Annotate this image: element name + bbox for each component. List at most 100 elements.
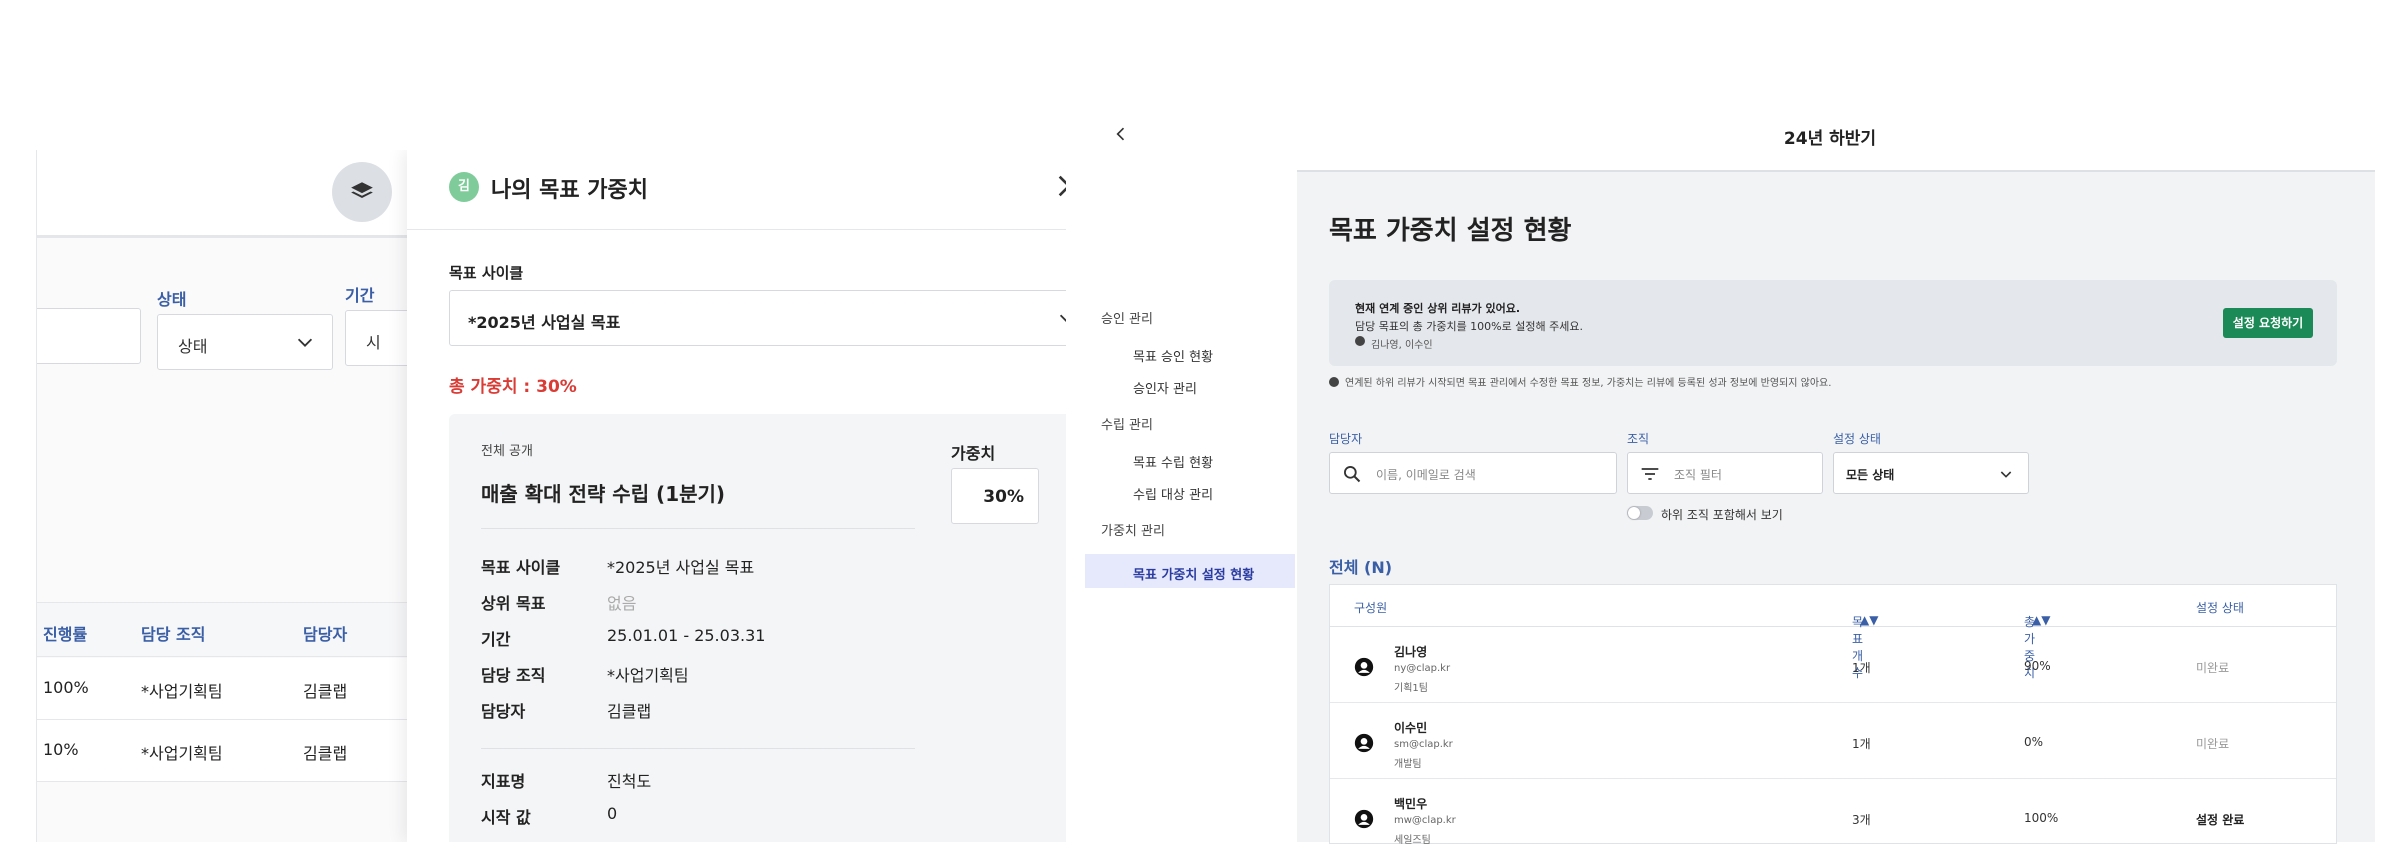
user-avatar-icon (1354, 657, 1374, 677)
detail-key: 기간 (481, 630, 511, 649)
member-name: 이수민 (1394, 721, 1428, 735)
org-placeholder: 조직 필터 (1674, 468, 1722, 482)
table-header: 구성원 목표 개수 ▲▼ 총 가중치 ▲▼ 설정 상태 (1330, 585, 2336, 680)
detail-key: 담당자 (481, 702, 526, 721)
status-filter-select[interactable]: 상태 (157, 314, 333, 370)
main-content: 목표 가중치 설정 현황 현재 연계 중인 상위 리뷰가 있어요. 담당 목표의… (1297, 170, 2375, 846)
org-filter-label: 조직 (1627, 432, 1650, 446)
request-settings-button[interactable]: 설정 요청하기 (2223, 308, 2313, 338)
layers-icon (351, 182, 373, 198)
visibility-label: 전체 공개 (481, 444, 533, 459)
notice-line3: 김나영, 이수인 (1371, 340, 1433, 351)
col-owner[interactable]: 담당자 (303, 621, 347, 645)
weight-settings-page: 24년 하반기 승인 관리 목표 승인 현황 승인자 관리 수립 관리 목표 수… (1085, 110, 2375, 846)
member-email: mw@clap.kr (1394, 815, 1456, 826)
detail-value: *2025년 사업실 목표 (607, 558, 755, 577)
nav-item-approver-manage[interactable]: 승인자 관리 (1133, 378, 1197, 397)
metric-value: 진척도 (607, 772, 652, 791)
col-org[interactable]: 담당 조직 (141, 621, 205, 645)
status-text: 미완료 (2196, 661, 2230, 675)
nav-item-label: 목표 가중치 설정 현황 (1133, 568, 1255, 583)
search-filter-box[interactable] (37, 308, 141, 364)
status-filter-value: 상태 (178, 337, 208, 356)
nav-item-setup-status[interactable]: 목표 수립 현황 (1133, 452, 1213, 471)
table-row[interactable]: 이수민 sm@clap.kr 개발팀 1개 0% 미완료 (1330, 703, 2336, 779)
chevron-down-icon (297, 338, 313, 347)
metric-key: 시작 값 (481, 808, 531, 827)
sort-icon[interactable]: ▲▼ (1860, 613, 1878, 627)
period-title: 24년 하반기 (1783, 129, 1877, 149)
weight-label: 가중치 (951, 444, 996, 463)
info-icon (1329, 377, 1339, 387)
table-row[interactable]: 김나영 ny@clap.kr 기획1팀 1개 90% 미완료 (1330, 627, 2336, 703)
row-org: *사업기획팀 (141, 744, 223, 763)
owner-search-input[interactable]: 이름, 이메일로 검색 (1329, 452, 1617, 494)
detail-key: 담당 조직 (481, 666, 546, 685)
notice-line1: 현재 연계 중인 상위 리뷰가 있어요. (1355, 302, 1521, 315)
period-filter-value: 시 (366, 333, 381, 352)
notice-banner: 현재 연계 중인 상위 리뷰가 있어요. 담당 목표의 총 가중치를 100%로… (1329, 280, 2337, 366)
col-member: 구성원 (1354, 601, 1388, 615)
row-progress: 10% (43, 740, 79, 759)
status-filter-label: 설정 상태 (1833, 432, 1881, 446)
metric-key: 지표명 (481, 772, 526, 791)
info-icon (1355, 336, 1365, 346)
org-filter-input[interactable]: 조직 필터 (1627, 452, 1823, 494)
goal-name: 매출 확대 전략 수립 (1분기) (481, 482, 726, 506)
goal-weight-modal: 김 나의 목표 가중치 목표 사이클 *2025년 사업실 목표 총 가중치 :… (407, 150, 1066, 842)
include-subteams-toggle[interactable] (1627, 506, 1653, 520)
cycle-select[interactable]: *2025년 사업실 목표 (449, 290, 1066, 346)
table-row[interactable]: 백민우 mw@clap.kr 세일즈팀 3개 100% 설정 완료 (1330, 779, 2336, 855)
sub-note: 연계된 하위 리뷰가 시작되면 목표 관리에서 수정한 목표 정보, 가중치는 … (1329, 374, 1831, 389)
layers-button[interactable] (332, 162, 392, 222)
detail-value: *사업기획팀 (607, 666, 689, 685)
nav-item-setup-target[interactable]: 수립 대상 관리 (1133, 484, 1213, 503)
owner-placeholder: 이름, 이메일로 검색 (1376, 468, 1476, 482)
total-weight: 총 가중치 : 30% (449, 377, 577, 397)
row-org: *사업기획팀 (141, 682, 223, 701)
member-email: ny@clap.kr (1394, 663, 1451, 674)
chevron-down-icon (1059, 314, 1066, 322)
nav-item-approval-status[interactable]: 목표 승인 현황 (1133, 346, 1213, 365)
total-weight: 90% (2024, 659, 2051, 673)
goal-count: 1개 (1852, 661, 1871, 675)
member-team: 기획1팀 (1394, 683, 1428, 694)
goal-count: 1개 (1852, 737, 1871, 751)
sort-icon[interactable]: ▲▼ (2032, 613, 2050, 627)
row-owner: 김클랩 (303, 682, 348, 701)
member-team: 세일즈팀 (1394, 835, 1431, 846)
member-table: 구성원 목표 개수 ▲▼ 총 가중치 ▲▼ 설정 상태 김나영 ny@clap.kr… (1329, 584, 2337, 846)
period-filter-label: 기간 (345, 286, 375, 305)
member-name: 백민우 (1394, 797, 1428, 811)
sub-note-text: 연계된 하위 리뷰가 시작되면 목표 관리에서 수정한 목표 정보, 가중치는 … (1345, 378, 1832, 389)
close-icon[interactable] (1053, 170, 1066, 202)
metric-value: 0 (607, 804, 618, 823)
chevron-down-icon (2000, 471, 2012, 478)
nav-group-approval[interactable]: 승인 관리 (1101, 308, 1153, 327)
goal-card: 전체 공개 가중치 30% 매출 확대 전략 수립 (1분기) 목표 사이클 *… (449, 414, 1066, 842)
weight-input[interactable]: 30% (951, 468, 1039, 524)
member-team: 개발팀 (1394, 759, 1422, 770)
modal-title: 나의 목표 가중치 (491, 178, 648, 203)
filter-icon (1641, 468, 1659, 480)
notice-line2: 담당 목표의 총 가중치를 100%로 설정해 주세요. (1355, 320, 1583, 333)
member-name: 김나영 (1394, 645, 1428, 659)
divider (481, 528, 915, 529)
status-select[interactable]: 모든 상태 (1833, 452, 2029, 494)
nav-group-setup[interactable]: 수립 관리 (1101, 414, 1153, 433)
goal-count: 3개 (1852, 813, 1871, 827)
status-select-value: 모든 상태 (1846, 468, 1895, 482)
nav-item-weight-status[interactable]: 목표 가중치 설정 현황 (1085, 554, 1295, 588)
toggle-label: 하위 조직 포함해서 보기 (1661, 508, 1783, 522)
detail-value: 25.01.01 - 25.03.31 (607, 626, 766, 645)
weight-value: 30% (983, 487, 1024, 507)
col-progress[interactable]: 진행률 (43, 621, 87, 645)
status-text: 미완료 (2196, 737, 2230, 751)
total-weight: 100% (2024, 811, 2059, 825)
user-avatar-icon (1354, 809, 1374, 829)
cycle-value: *2025년 사업실 목표 (468, 313, 621, 332)
nav-group-weight[interactable]: 가중치 관리 (1101, 520, 1165, 539)
detail-key: 상위 목표 (481, 594, 546, 613)
divider (481, 748, 915, 749)
total-weight: 0% (2024, 735, 2044, 749)
